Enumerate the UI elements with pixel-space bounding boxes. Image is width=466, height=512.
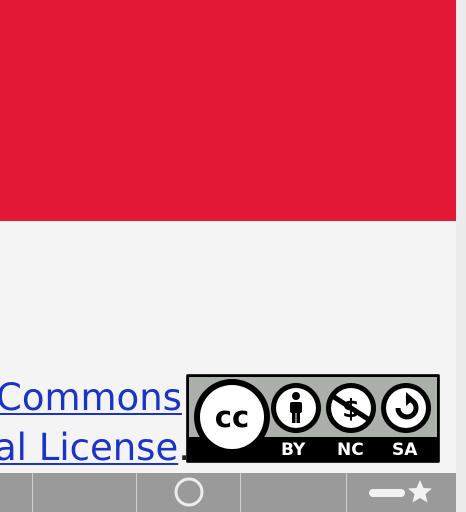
nc-label: NC: [337, 440, 364, 460]
sa-label: SA: [392, 440, 418, 460]
toolbar-button-home[interactable]: [137, 473, 241, 512]
license-line-1: Commons: [0, 376, 182, 420]
toolbar-button-4[interactable]: [241, 473, 347, 512]
license-line-2: al License.: [0, 426, 190, 470]
sa-share-icon: [381, 383, 431, 433]
bookmark-star-icon: [369, 480, 432, 503]
nc-dollar-icon: $: [326, 383, 376, 433]
scrollbar-track[interactable]: [456, 0, 466, 512]
toolbar-button-2[interactable]: [33, 473, 137, 512]
by-label: BY: [281, 440, 306, 460]
badge-labels: BY NC SA: [187, 437, 439, 462]
circle-icon: [174, 477, 204, 507]
cc-by-nc-sa-badge[interactable]: cc $: [186, 374, 440, 463]
page: Commons al License. cc BY NC SA: [0, 0, 466, 512]
svg-text:cc: cc: [215, 400, 249, 434]
by-person-icon: [271, 383, 321, 433]
license-link[interactable]: al License: [0, 426, 178, 469]
toolbar-button-1[interactable]: [0, 473, 33, 512]
creative-commons-link[interactable]: Commons: [0, 376, 182, 419]
header-banner: [0, 0, 456, 221]
toolbar-button-bookmarks[interactable]: [347, 473, 456, 512]
bottom-toolbar: [0, 473, 456, 512]
